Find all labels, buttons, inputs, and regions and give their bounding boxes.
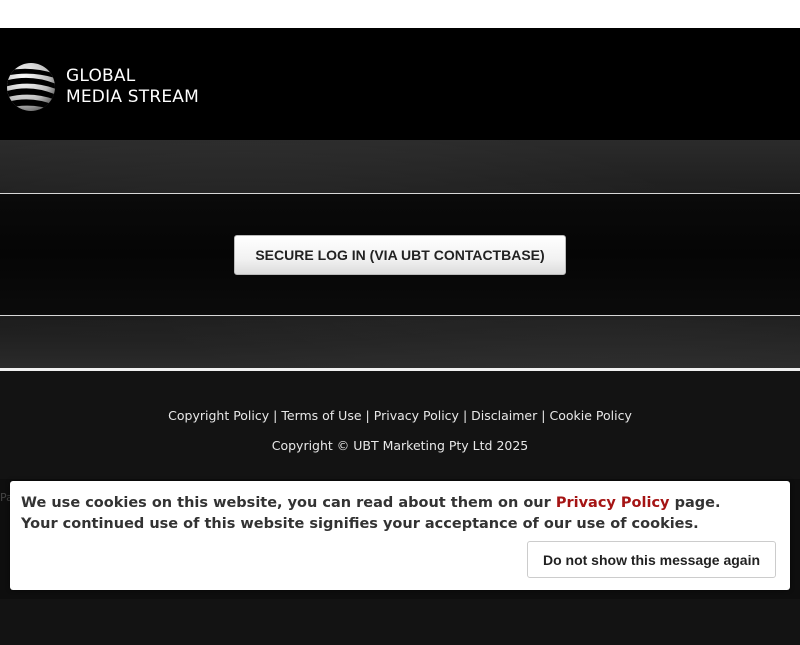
- link-separator: |: [541, 408, 546, 423]
- site-header: GLOBAL MEDIA STREAM: [0, 28, 800, 140]
- footer-link-copyright-policy[interactable]: Copyright Policy: [168, 408, 269, 423]
- striped-globe-icon[interactable]: [6, 62, 58, 112]
- footer-link-disclaimer[interactable]: Disclaimer: [471, 408, 537, 423]
- footer-link-privacy-policy[interactable]: Privacy Policy: [374, 408, 459, 423]
- footer-link-cookie-policy[interactable]: Cookie Policy: [550, 408, 632, 423]
- cookie-text-suffix: page.: [669, 495, 721, 511]
- cookie-message-line-2: Your continued use of this website signi…: [21, 516, 699, 532]
- cookie-banner: We use cookies on this website, you can …: [10, 481, 790, 590]
- copyright-text: Copyright © UBT Marketing Pty Ltd 2025: [271, 438, 529, 453]
- divider-line: [0, 315, 800, 316]
- cookie-message-line-1: We use cookies on this website, you can …: [21, 493, 720, 514]
- brand-name[interactable]: GLOBAL MEDIA STREAM: [66, 66, 199, 108]
- secure-login-button[interactable]: SECURE LOG IN (VIA UBT CONTACTBASE): [234, 235, 566, 275]
- hero-section: SECURE LOG IN (VIA UBT CONTACTBASE): [0, 140, 800, 368]
- brand-line-1: GLOBAL: [66, 66, 136, 86]
- top-white-strip: [0, 0, 800, 28]
- cookie-message: We use cookies on this website, you can …: [21, 493, 720, 535]
- footer-links: Copyright Policy | Terms of Use | Privacy Po…: [0, 408, 800, 423]
- footer-link-terms-of-use[interactable]: Terms of Use: [281, 408, 361, 423]
- dismiss-cookie-button[interactable]: Do not show this message again: [527, 541, 776, 578]
- link-separator: |: [273, 408, 278, 423]
- brand-line-2: MEDIA STREAM: [66, 87, 199, 107]
- link-separator: |: [462, 408, 468, 423]
- cookie-privacy-policy-link[interactable]: Privacy Policy: [556, 495, 670, 511]
- link-separator: |: [365, 408, 370, 423]
- cookie-text-prefix: We use cookies on this website, you can …: [21, 495, 556, 511]
